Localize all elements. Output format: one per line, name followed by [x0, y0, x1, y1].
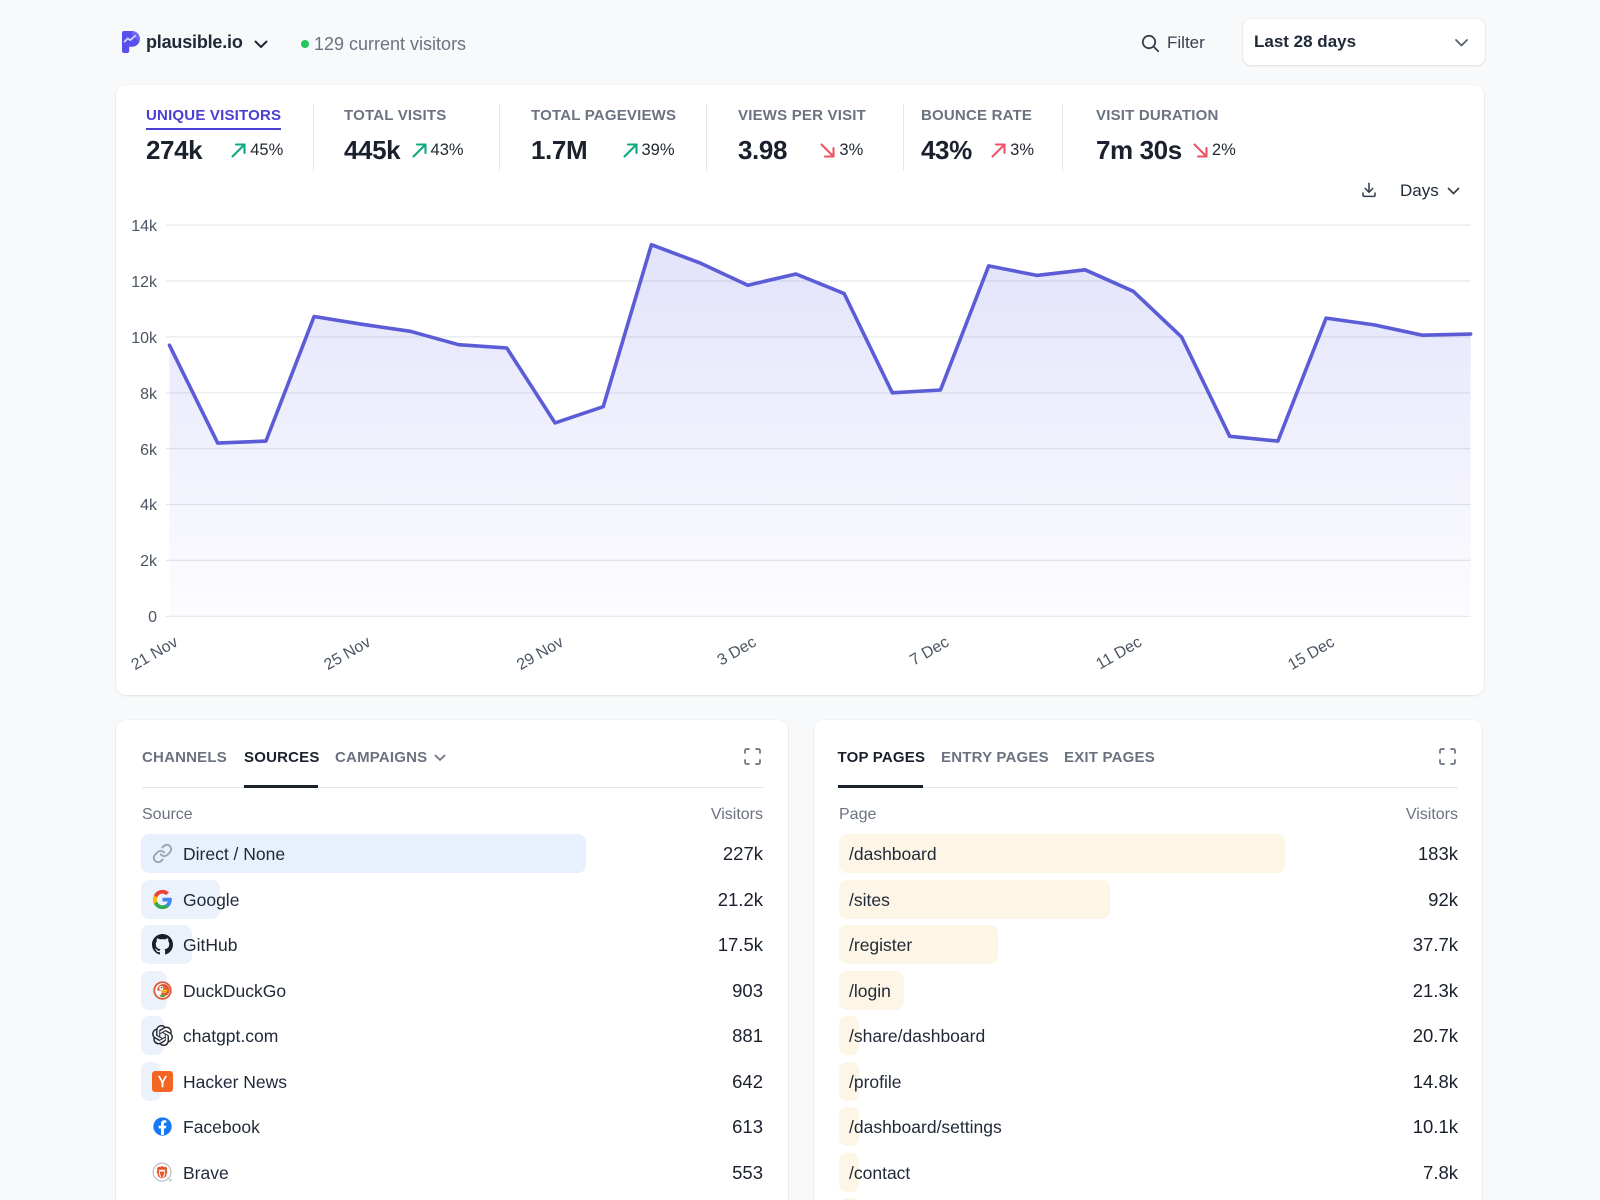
svg-text:15 Dec: 15 Dec — [1285, 634, 1337, 674]
svg-text:7 Dec: 7 Dec — [907, 634, 952, 670]
svg-text:2k: 2k — [140, 553, 158, 570]
svg-text:21 Nov: 21 Nov — [129, 634, 181, 674]
svg-text:6k: 6k — [140, 442, 158, 459]
svg-text:3 Dec: 3 Dec — [715, 634, 760, 670]
svg-text:25 Nov: 25 Nov — [321, 634, 373, 674]
svg-text:8k: 8k — [140, 386, 158, 403]
svg-text:4k: 4k — [140, 497, 158, 514]
svg-text:0: 0 — [148, 609, 157, 626]
svg-text:12k: 12k — [131, 274, 158, 291]
svg-text:11 Dec: 11 Dec — [1093, 634, 1144, 673]
svg-text:29 Nov: 29 Nov — [514, 634, 566, 674]
svg-text:14k: 14k — [131, 218, 158, 235]
svg-text:10k: 10k — [131, 330, 158, 347]
